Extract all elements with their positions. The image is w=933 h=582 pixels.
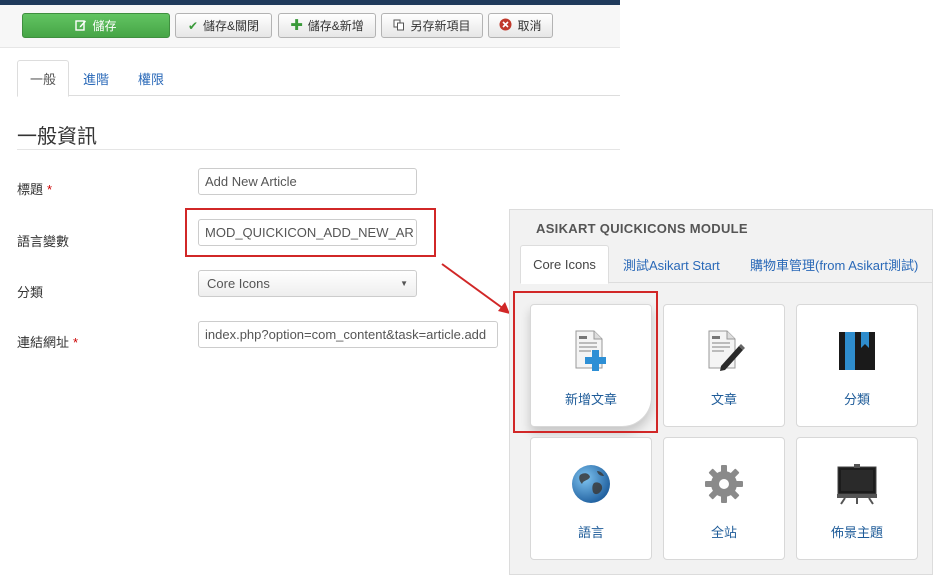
edit-icon (75, 19, 87, 33)
save-copy-label: 另存新項目 (410, 19, 471, 33)
save-new-button[interactable]: ✚ 儲存&新增 (278, 13, 376, 38)
title-input[interactable]: Add New Article (198, 168, 417, 195)
required-mark: * (47, 182, 53, 197)
title-label-text: 標題 (17, 182, 44, 197)
save-new-label: 儲存&新增 (307, 19, 364, 33)
category-label-text: 分類 (17, 285, 44, 300)
quickicon-templates[interactable]: 佈景主題 (796, 437, 918, 560)
lang-var-input[interactable]: MOD_QUICKICON_ADD_NEW_AR (198, 219, 417, 246)
category-label: 分類 (17, 282, 43, 301)
save-copy-button[interactable]: 另存新項目 (381, 13, 483, 38)
quickicon-global[interactable]: 全站 (663, 437, 785, 560)
quickicon-label: 佈景主題 (830, 525, 883, 540)
quickicon-label: 文章 (710, 392, 737, 407)
title-label: 標題 * (17, 179, 52, 198)
plus-icon: ✚ (290, 17, 303, 34)
category-select-value: Core Icons (207, 276, 270, 291)
quickicons-title: ASIKART QUICKICONS MODULE (536, 221, 748, 236)
link-input[interactable]: index.php?option=com_content&task=articl… (198, 321, 498, 348)
caret-down-icon: ▼ (400, 279, 408, 288)
tab-advanced[interactable]: 進階 (74, 60, 118, 96)
category-select[interactable]: Core Icons ▼ (198, 270, 417, 297)
form-tabs: 一般 進階 權限 (17, 60, 620, 97)
divider (17, 149, 620, 150)
toolbar: 儲存 ✔ 儲存&關閉 ✚ 儲存&新增 另存新項目 取消 (0, 5, 620, 48)
cancel-button[interactable]: 取消 (488, 13, 553, 38)
quickicon-label: 分類 (843, 392, 870, 407)
article-icon (700, 327, 748, 375)
copy-icon (393, 19, 405, 33)
tab-cart-management[interactable]: 購物車管理(from Asikart測試) (750, 245, 918, 283)
cancel-label: 取消 (517, 19, 542, 33)
add-article-highlight (513, 291, 658, 433)
link-label-text: 連結網址 (17, 335, 70, 350)
category-icon (833, 327, 881, 375)
lang-var-label-text: 語言變數 (17, 234, 70, 249)
quickicons-tabs: Core Icons 測試Asikart Start 購物車管理(from As… (520, 245, 933, 284)
save-label: 儲存 (92, 19, 117, 33)
tab-general[interactable]: 一般 (17, 60, 69, 97)
link-input-value: index.php?option=com_content&task=articl… (205, 327, 487, 342)
quickicon-articles[interactable]: 文章 (663, 304, 785, 427)
tab-asikart-start[interactable]: 測試Asikart Start (623, 245, 720, 283)
quickicon-label: 語言 (577, 525, 604, 540)
save-button[interactable]: 儲存 (22, 13, 170, 38)
quickicon-language[interactable]: 語言 (530, 437, 652, 560)
globe-icon (567, 460, 615, 508)
lang-var-label: 語言變數 (17, 231, 69, 250)
quickicon-label: 全站 (710, 525, 737, 540)
gear-icon (700, 460, 748, 508)
cancel-icon (499, 18, 512, 33)
annotation-arrow (441, 263, 510, 314)
template-icon (833, 460, 881, 508)
section-title: 一般資訊 (17, 126, 97, 148)
save-close-label: 儲存&關閉 (203, 19, 260, 33)
title-input-value: Add New Article (205, 174, 297, 189)
link-label: 連結網址 * (17, 332, 78, 351)
quickicon-categories[interactable]: 分類 (796, 304, 918, 427)
checkmark-icon: ✔ (187, 18, 199, 33)
required-mark: * (73, 335, 79, 350)
save-close-button[interactable]: ✔ 儲存&關閉 (175, 13, 272, 38)
lang-var-input-value: MOD_QUICKICON_ADD_NEW_AR (205, 225, 414, 240)
tab-core-icons[interactable]: Core Icons (520, 245, 609, 284)
tab-permissions[interactable]: 權限 (129, 60, 173, 96)
